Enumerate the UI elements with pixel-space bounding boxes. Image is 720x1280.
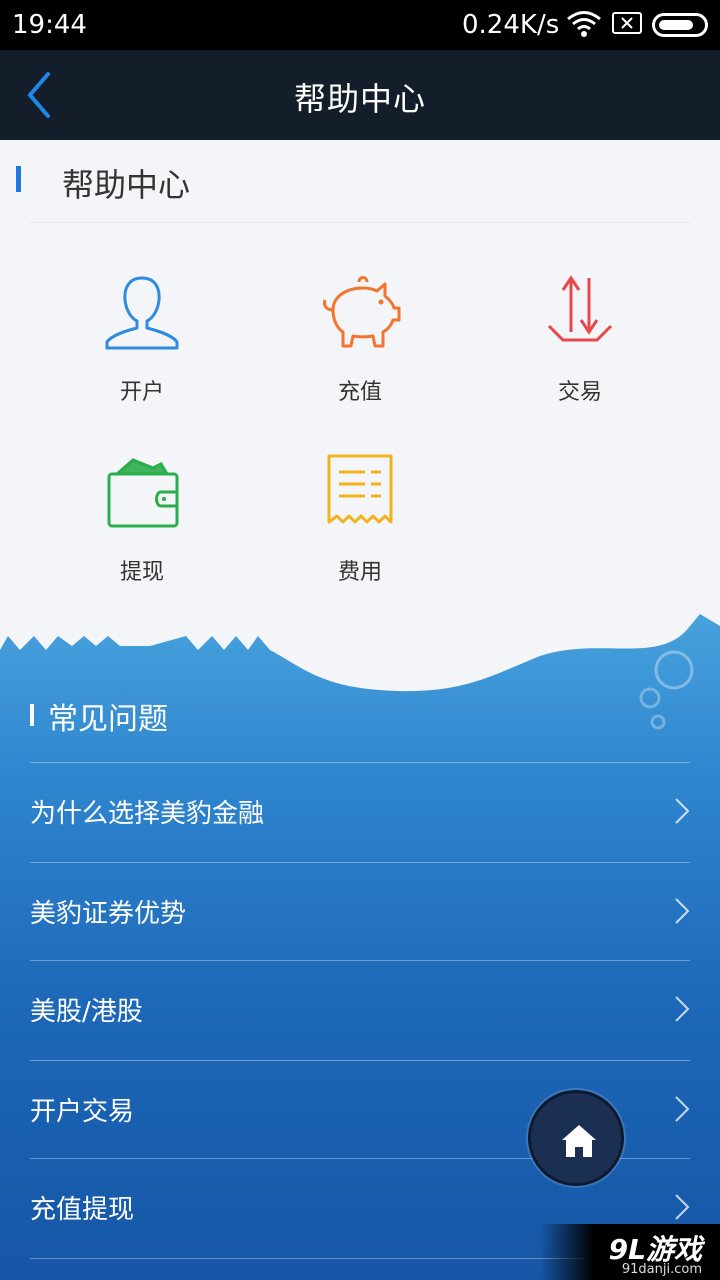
status-bar: 19:44 0.24K/s [0,0,720,50]
category-label: 提现 [119,560,164,585]
faq-item[interactable]: 美股/港股 [30,960,690,1059]
no-sim-icon [612,12,642,34]
faq-item-label: 美豹证券优势 [30,899,187,929]
home-icon [562,1125,596,1157]
chevron-right-icon [675,898,690,924]
category-fees[interactable]: 费用 [290,450,430,586]
receipt-icon [327,454,393,524]
section-accent-bar [16,166,21,192]
watermark: 9L游戏 91danji.com [540,1224,720,1280]
piggy-bank-icon [323,276,401,348]
user-icon [105,276,179,350]
category-withdraw[interactable]: 提现 [72,450,212,586]
faq-item-label: 美股/港股 [30,997,143,1027]
battery-icon [652,13,708,37]
category-label: 充值 [337,380,382,405]
wifi-icon [567,11,601,37]
chevron-right-icon [675,798,690,824]
wallet-icon [107,458,179,528]
faq-item[interactable]: 美豹证券优势 [30,862,690,961]
divider [30,222,690,223]
category-trade[interactable]: 交易 [510,270,650,406]
top-nav-bar: 帮助中心 [0,50,720,140]
faq-item[interactable]: 为什么选择美豹金融 [30,762,690,861]
faq-item-label: 充值提现 [30,1195,135,1225]
network-speed: 0.24K/s [462,10,560,40]
category-recharge[interactable]: 充值 [290,270,430,406]
faq-panel: 常见问题 为什么选择美豹金融 美豹证券优势 美股/港股 开户交易 充值提现 [0,606,720,1280]
chevron-right-icon [675,996,690,1022]
faq-accent-bar [30,704,34,726]
category-label: 费用 [337,560,382,585]
category-open-account[interactable]: 开户 [72,270,212,406]
transfer-arrows-icon [547,275,613,342]
watermark-site: 91danji.com [621,1262,702,1277]
help-center-panel: 帮助中心 开户 充值 交易 提现 费用 [0,140,720,610]
status-time: 19:44 [12,10,87,40]
chevron-right-icon [675,1194,690,1220]
category-label: 交易 [557,380,602,405]
chevron-right-icon [675,1096,690,1122]
page-title: 帮助中心 [293,80,426,118]
help-section-title: 帮助中心 [62,166,191,204]
bubbles-decoration [639,650,694,730]
faq-title: 常见问题 [48,702,168,737]
faq-item-label: 开户交易 [30,1097,135,1127]
category-label: 开户 [119,380,164,405]
faq-item-label: 为什么选择美豹金融 [30,799,265,829]
home-button[interactable] [528,1090,624,1186]
